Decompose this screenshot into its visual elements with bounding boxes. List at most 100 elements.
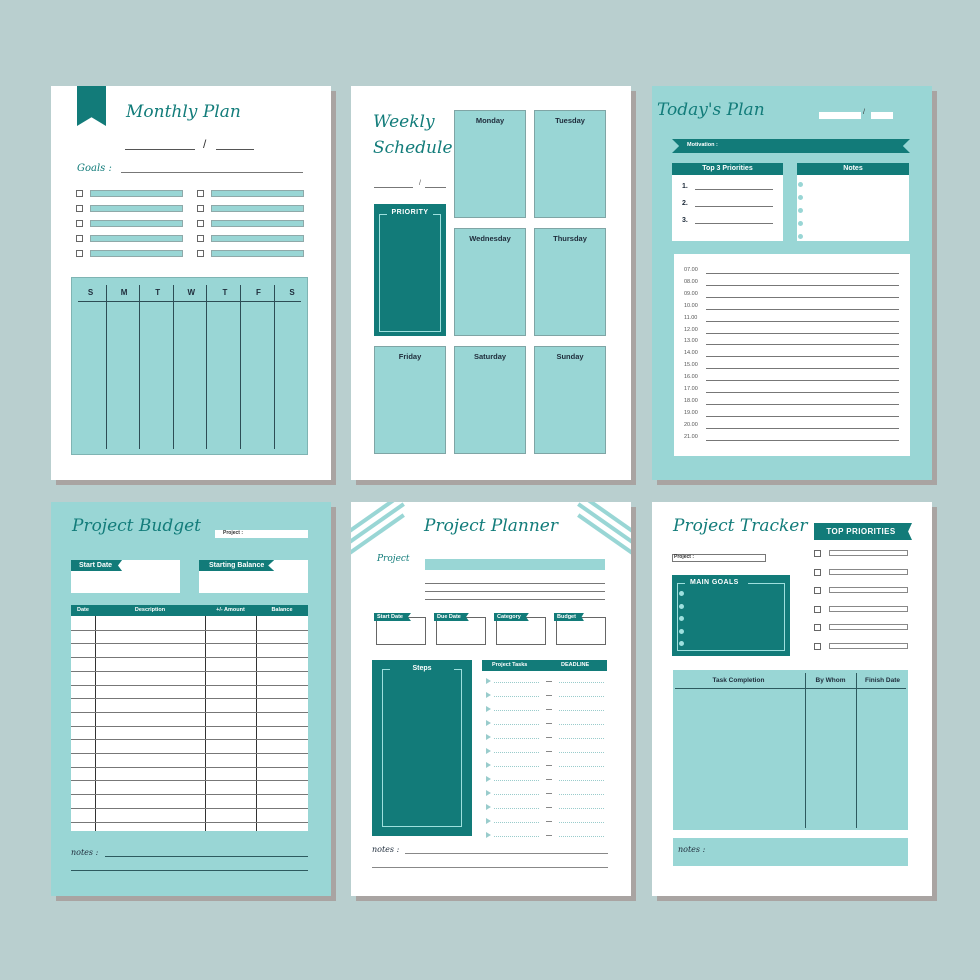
time-line[interactable] — [706, 296, 899, 298]
time-line[interactable] — [706, 380, 899, 382]
goals-line[interactable] — [121, 172, 303, 173]
priority-field[interactable] — [829, 624, 908, 630]
notes-line[interactable] — [71, 870, 308, 871]
goal-checkbox[interactable] — [197, 235, 204, 242]
goal-field[interactable] — [90, 250, 183, 257]
day-input[interactable] — [819, 112, 861, 119]
priority-line[interactable] — [695, 223, 773, 224]
task-row[interactable] — [486, 762, 611, 770]
week-end-line[interactable] — [425, 187, 446, 188]
motivation-banner[interactable]: Motivation : — [672, 139, 910, 153]
task-row[interactable] — [486, 804, 611, 812]
priority-checkbox[interactable] — [814, 642, 821, 650]
goal-field[interactable] — [90, 235, 183, 242]
day-box-thursday[interactable]: Thursday — [534, 228, 606, 336]
priority-checkbox[interactable] — [814, 624, 821, 631]
goal-field[interactable] — [211, 205, 304, 212]
time-line[interactable] — [706, 368, 899, 370]
task-row[interactable] — [486, 748, 611, 756]
notes-area[interactable] — [797, 175, 909, 241]
goal-field[interactable] — [211, 250, 304, 257]
goal-checkbox[interactable] — [197, 190, 204, 197]
project-desc-line[interactable] — [425, 591, 605, 592]
priority-field[interactable] — [829, 642, 908, 649]
task-row[interactable] — [486, 678, 611, 686]
goal-checkbox[interactable] — [76, 220, 83, 227]
task-row[interactable] — [486, 706, 611, 714]
steps-box[interactable]: Steps — [372, 660, 472, 836]
goal-checkbox[interactable] — [76, 190, 83, 197]
week-start-line[interactable] — [374, 187, 413, 188]
project-field[interactable]: Project : — [215, 530, 308, 538]
frame-corner — [748, 583, 785, 584]
month-input[interactable] — [871, 112, 893, 119]
priority-checkbox[interactable] — [814, 568, 821, 576]
field-category[interactable] — [496, 617, 546, 645]
task-completion-table[interactable]: Task Completion By Whom Finish Date — [673, 670, 908, 830]
task-row[interactable] — [486, 818, 611, 826]
goal-checkbox[interactable] — [197, 220, 204, 227]
day-box-monday[interactable]: Monday — [454, 110, 526, 218]
priority-field[interactable] — [829, 568, 908, 575]
priority-line[interactable] — [695, 206, 773, 207]
goal-field[interactable] — [211, 235, 304, 242]
time-line[interactable] — [706, 320, 899, 322]
notes-box[interactable]: notes : — [673, 838, 908, 866]
day-box-saturday[interactable]: Saturday — [454, 346, 526, 454]
time-line[interactable] — [706, 439, 899, 441]
task-row[interactable] — [486, 692, 611, 700]
day-box-friday[interactable]: Friday — [374, 346, 446, 454]
goal-checkbox[interactable] — [197, 205, 204, 212]
priority-field[interactable] — [829, 605, 908, 612]
goal-checkbox[interactable] — [76, 235, 83, 242]
goal-checkbox[interactable] — [76, 250, 83, 257]
time-line[interactable] — [706, 415, 899, 417]
priority-field[interactable] — [829, 587, 908, 593]
notes-line[interactable] — [105, 856, 308, 857]
goal-field[interactable] — [90, 190, 183, 197]
field-start-date[interactable] — [376, 617, 426, 645]
priority-checkbox[interactable] — [814, 605, 821, 613]
time-line[interactable] — [706, 273, 899, 274]
time-line[interactable] — [706, 344, 899, 346]
time-line[interactable] — [706, 332, 899, 334]
goal-checkbox[interactable] — [197, 250, 204, 257]
project-field[interactable]: Project : — [672, 554, 766, 562]
project-name-field[interactable] — [425, 559, 605, 570]
time-line[interactable] — [706, 356, 899, 358]
time-line[interactable] — [706, 403, 899, 405]
main-goals-box[interactable]: MAIN GOALS — [672, 575, 790, 656]
project-desc-line[interactable] — [425, 583, 605, 584]
priority-checkbox[interactable] — [814, 550, 821, 557]
priority-box[interactable]: PRIORITY — [374, 204, 446, 336]
budget-table-body[interactable] — [71, 616, 308, 831]
notes-line[interactable] — [372, 867, 608, 868]
priority-checkbox[interactable] — [814, 587, 821, 594]
goal-field[interactable] — [90, 220, 183, 227]
year-input-line[interactable] — [216, 149, 254, 150]
field-due-date[interactable] — [436, 617, 486, 645]
goal-field[interactable] — [90, 205, 183, 212]
task-row[interactable] — [486, 790, 611, 798]
task-row[interactable] — [486, 832, 611, 840]
day-box-tuesday[interactable]: Tuesday — [534, 110, 606, 218]
task-row[interactable] — [486, 776, 611, 784]
goal-field[interactable] — [211, 190, 304, 197]
time-line[interactable] — [706, 392, 899, 393]
day-box-wednesday[interactable]: Wednesday — [454, 228, 526, 336]
notes-line[interactable] — [405, 853, 608, 854]
time-line[interactable] — [706, 427, 899, 429]
task-row[interactable] — [486, 720, 611, 728]
ring-icon — [798, 234, 803, 239]
goal-field[interactable] — [211, 220, 304, 227]
field-budget[interactable] — [556, 617, 606, 645]
day-box-sunday[interactable]: Sunday — [534, 346, 606, 454]
time-line[interactable] — [706, 308, 899, 310]
goal-checkbox[interactable] — [76, 205, 83, 212]
time-line[interactable] — [706, 284, 899, 286]
priority-field[interactable] — [829, 550, 908, 556]
project-desc-line[interactable] — [425, 599, 605, 600]
month-input-line[interactable] — [125, 149, 195, 150]
task-row[interactable] — [486, 734, 611, 742]
priority-line[interactable] — [695, 189, 773, 190]
